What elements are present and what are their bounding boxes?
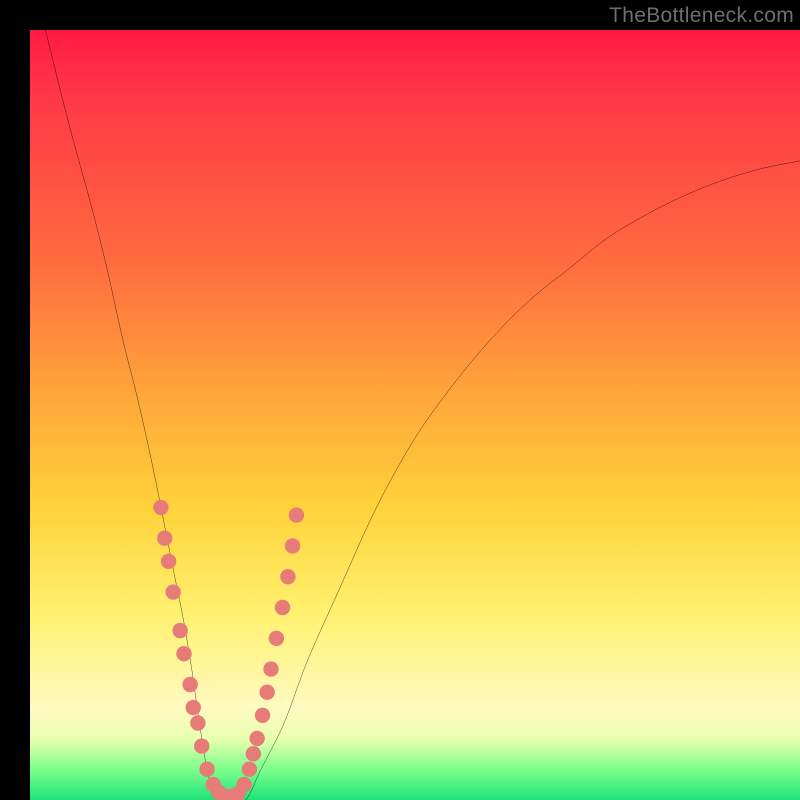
highlight-dot [255,708,270,723]
highlight-dot [263,661,278,676]
highlight-dot [182,677,197,692]
highlight-dot [161,554,176,569]
highlight-dot [249,731,264,746]
chart-stage: TheBottleneck.com [0,0,800,800]
highlight-dot [186,700,201,715]
highlight-dot [236,777,251,792]
highlight-dot [166,584,181,599]
watermark-text: TheBottleneck.com [609,4,794,28]
highlight-dots [153,500,304,800]
highlight-dot [157,531,172,546]
curve-layer [30,30,800,800]
plot-area [30,30,800,800]
highlight-dot [269,631,284,646]
highlight-dot [259,685,274,700]
highlight-dot [199,762,214,777]
highlight-dot [275,600,290,615]
highlight-dot [153,500,168,515]
highlight-dot [242,762,257,777]
bottleneck-curve [45,30,800,800]
highlight-dot [176,646,191,661]
highlight-dot [285,538,300,553]
highlight-dot [190,715,205,730]
highlight-dot [246,746,261,761]
highlight-dot [194,738,209,753]
highlight-dot [289,507,304,522]
highlight-dot [280,569,295,584]
highlight-dot [172,623,187,638]
